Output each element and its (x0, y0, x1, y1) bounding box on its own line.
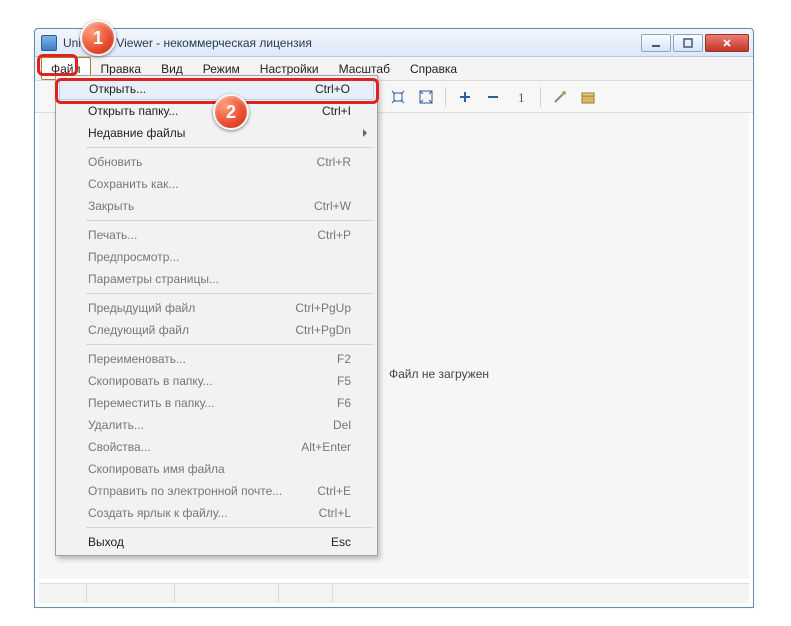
menu-item-печать: Печать... Ctrl+P (58, 224, 375, 246)
menu-item-label: Переименовать... (88, 352, 186, 366)
menu-item-свойства: Свойства... Alt+Enter (58, 436, 375, 458)
callout-1: 1 (80, 20, 116, 56)
menu-item-label: Печать... (88, 228, 137, 242)
menu-separator (86, 344, 373, 345)
maximize-button[interactable] (673, 34, 703, 52)
menu-item-label: Открыть... (89, 82, 146, 96)
tools-icon[interactable] (549, 86, 571, 108)
menu-separator (86, 527, 373, 528)
menu-item-сохранить-как: Сохранить как... (58, 173, 375, 195)
statusbar (39, 583, 749, 603)
status-cell (333, 584, 749, 603)
menu-item-label: Открыть папку... (88, 104, 178, 118)
menu-item-shortcut: Del (333, 418, 351, 432)
menu-item-предыдущий-файл: Предыдущий файл Ctrl+PgUp (58, 297, 375, 319)
menu-item-shortcut: F5 (337, 374, 351, 388)
menu-item-следующий-файл: Следующий файл Ctrl+PgDn (58, 319, 375, 341)
menu-item-открыть[interactable]: Открыть... Ctrl+O (59, 78, 374, 100)
menu-item-label: Создать ярлык к файлу... (88, 506, 228, 520)
chevron-right-icon (363, 129, 367, 137)
app-icon (41, 35, 57, 51)
menu-item-shortcut: F6 (337, 396, 351, 410)
zoom-out-icon[interactable] (482, 86, 504, 108)
menu-item-переименовать: Переименовать... F2 (58, 348, 375, 370)
menu-item-shortcut: Esc (331, 535, 351, 549)
menu-separator (86, 147, 373, 148)
menu-item-shortcut: Alt+Enter (301, 440, 351, 454)
menu-item-shortcut: Ctrl+R (317, 155, 351, 169)
menu-item-shortcut: Ctrl+P (317, 228, 351, 242)
menu-item-label: Недавние файлы (88, 126, 185, 140)
fit-small-icon[interactable] (387, 86, 409, 108)
menu-item-shortcut: Ctrl+O (315, 82, 350, 96)
no-file-message: Файл не загружен (389, 367, 489, 381)
menu-item-label: Параметры страницы... (88, 272, 219, 286)
status-cell (39, 584, 87, 603)
menu-item-выход[interactable]: Выход Esc (58, 531, 375, 553)
menu-item-label: Удалить... (88, 418, 144, 432)
menu-item-переместить-в-папку: Переместить в папку... F6 (58, 392, 375, 414)
file-menu-dropdown: Открыть... Ctrl+O Открыть папку... Ctrl+I Не… (55, 75, 378, 556)
menu-item-shortcut: Ctrl+PgUp (295, 301, 351, 315)
status-cell (279, 584, 333, 603)
menu-item-предпросмотр: Предпросмотр... (58, 246, 375, 268)
menu-item-label: Переместить в папку... (88, 396, 214, 410)
status-cell (87, 584, 175, 603)
menu-item-label: Следующий файл (88, 323, 189, 337)
callout-2: 2 (213, 94, 249, 130)
app-window: Universal Viewer - некоммерческая лиценз… (34, 28, 754, 608)
svg-text:1: 1 (518, 90, 525, 104)
zoom-in-icon[interactable] (454, 86, 476, 108)
minimize-button[interactable] (641, 34, 671, 52)
menu-item-label: Предпросмотр... (88, 250, 179, 264)
fit-large-icon[interactable] (415, 86, 437, 108)
menu-item-label: Отправить по электронной почте... (88, 484, 282, 498)
zoom-reset-icon[interactable]: 1 (510, 86, 532, 108)
menu-item-label: Выход (88, 535, 124, 549)
menu-item-обновить: Обновить Ctrl+R (58, 151, 375, 173)
menu-separator (86, 293, 373, 294)
menu-item-label: Предыдущий файл (88, 301, 195, 315)
menu-item-shortcut: Ctrl+W (314, 199, 351, 213)
menu-item-shortcut: Ctrl+I (322, 104, 351, 118)
menu-item-закрыть: Закрыть Ctrl+W (58, 195, 375, 217)
menu-item-параметры-страницы: Параметры страницы... (58, 268, 375, 290)
package-icon[interactable] (577, 86, 599, 108)
menu-item-label: Скопировать имя файла (88, 462, 225, 476)
menu-item-shortcut: Ctrl+PgDn (295, 323, 351, 337)
menu-item-label: Сохранить как... (88, 177, 178, 191)
menu-item-label: Скопировать в папку... (88, 374, 213, 388)
menu-item-удалить: Удалить... Del (58, 414, 375, 436)
menu-item-shortcut: Ctrl+L (319, 506, 351, 520)
close-button[interactable] (705, 34, 749, 52)
window-title: Universal Viewer - некоммерческая лиценз… (63, 36, 641, 50)
menu-separator (86, 220, 373, 221)
menu-item-отправить-по-электронной-почте: Отправить по электронной почте... Ctrl+E (58, 480, 375, 502)
window-controls (641, 34, 749, 52)
toolbar-separator (540, 87, 541, 107)
titlebar: Universal Viewer - некоммерческая лиценз… (35, 29, 753, 57)
toolbar-separator (445, 87, 446, 107)
menu-item-недавние-файлы[interactable]: Недавние файлы (58, 122, 375, 144)
menu-item-скопировать-имя-файла: Скопировать имя файла (58, 458, 375, 480)
menu-item-label: Обновить (88, 155, 142, 169)
menu-item-shortcut: F2 (337, 352, 351, 366)
status-cell (175, 584, 279, 603)
menu-item-label: Свойства... (88, 440, 151, 454)
menu-item-создать-ярлык-к-файлу: Создать ярлык к файлу... Ctrl+L (58, 502, 375, 524)
menu-item-скопировать-в-папку: Скопировать в папку... F5 (58, 370, 375, 392)
menu-item-shortcut: Ctrl+E (317, 484, 351, 498)
menu-item-label: Закрыть (88, 199, 134, 213)
menu-help[interactable]: Справка (400, 57, 467, 80)
